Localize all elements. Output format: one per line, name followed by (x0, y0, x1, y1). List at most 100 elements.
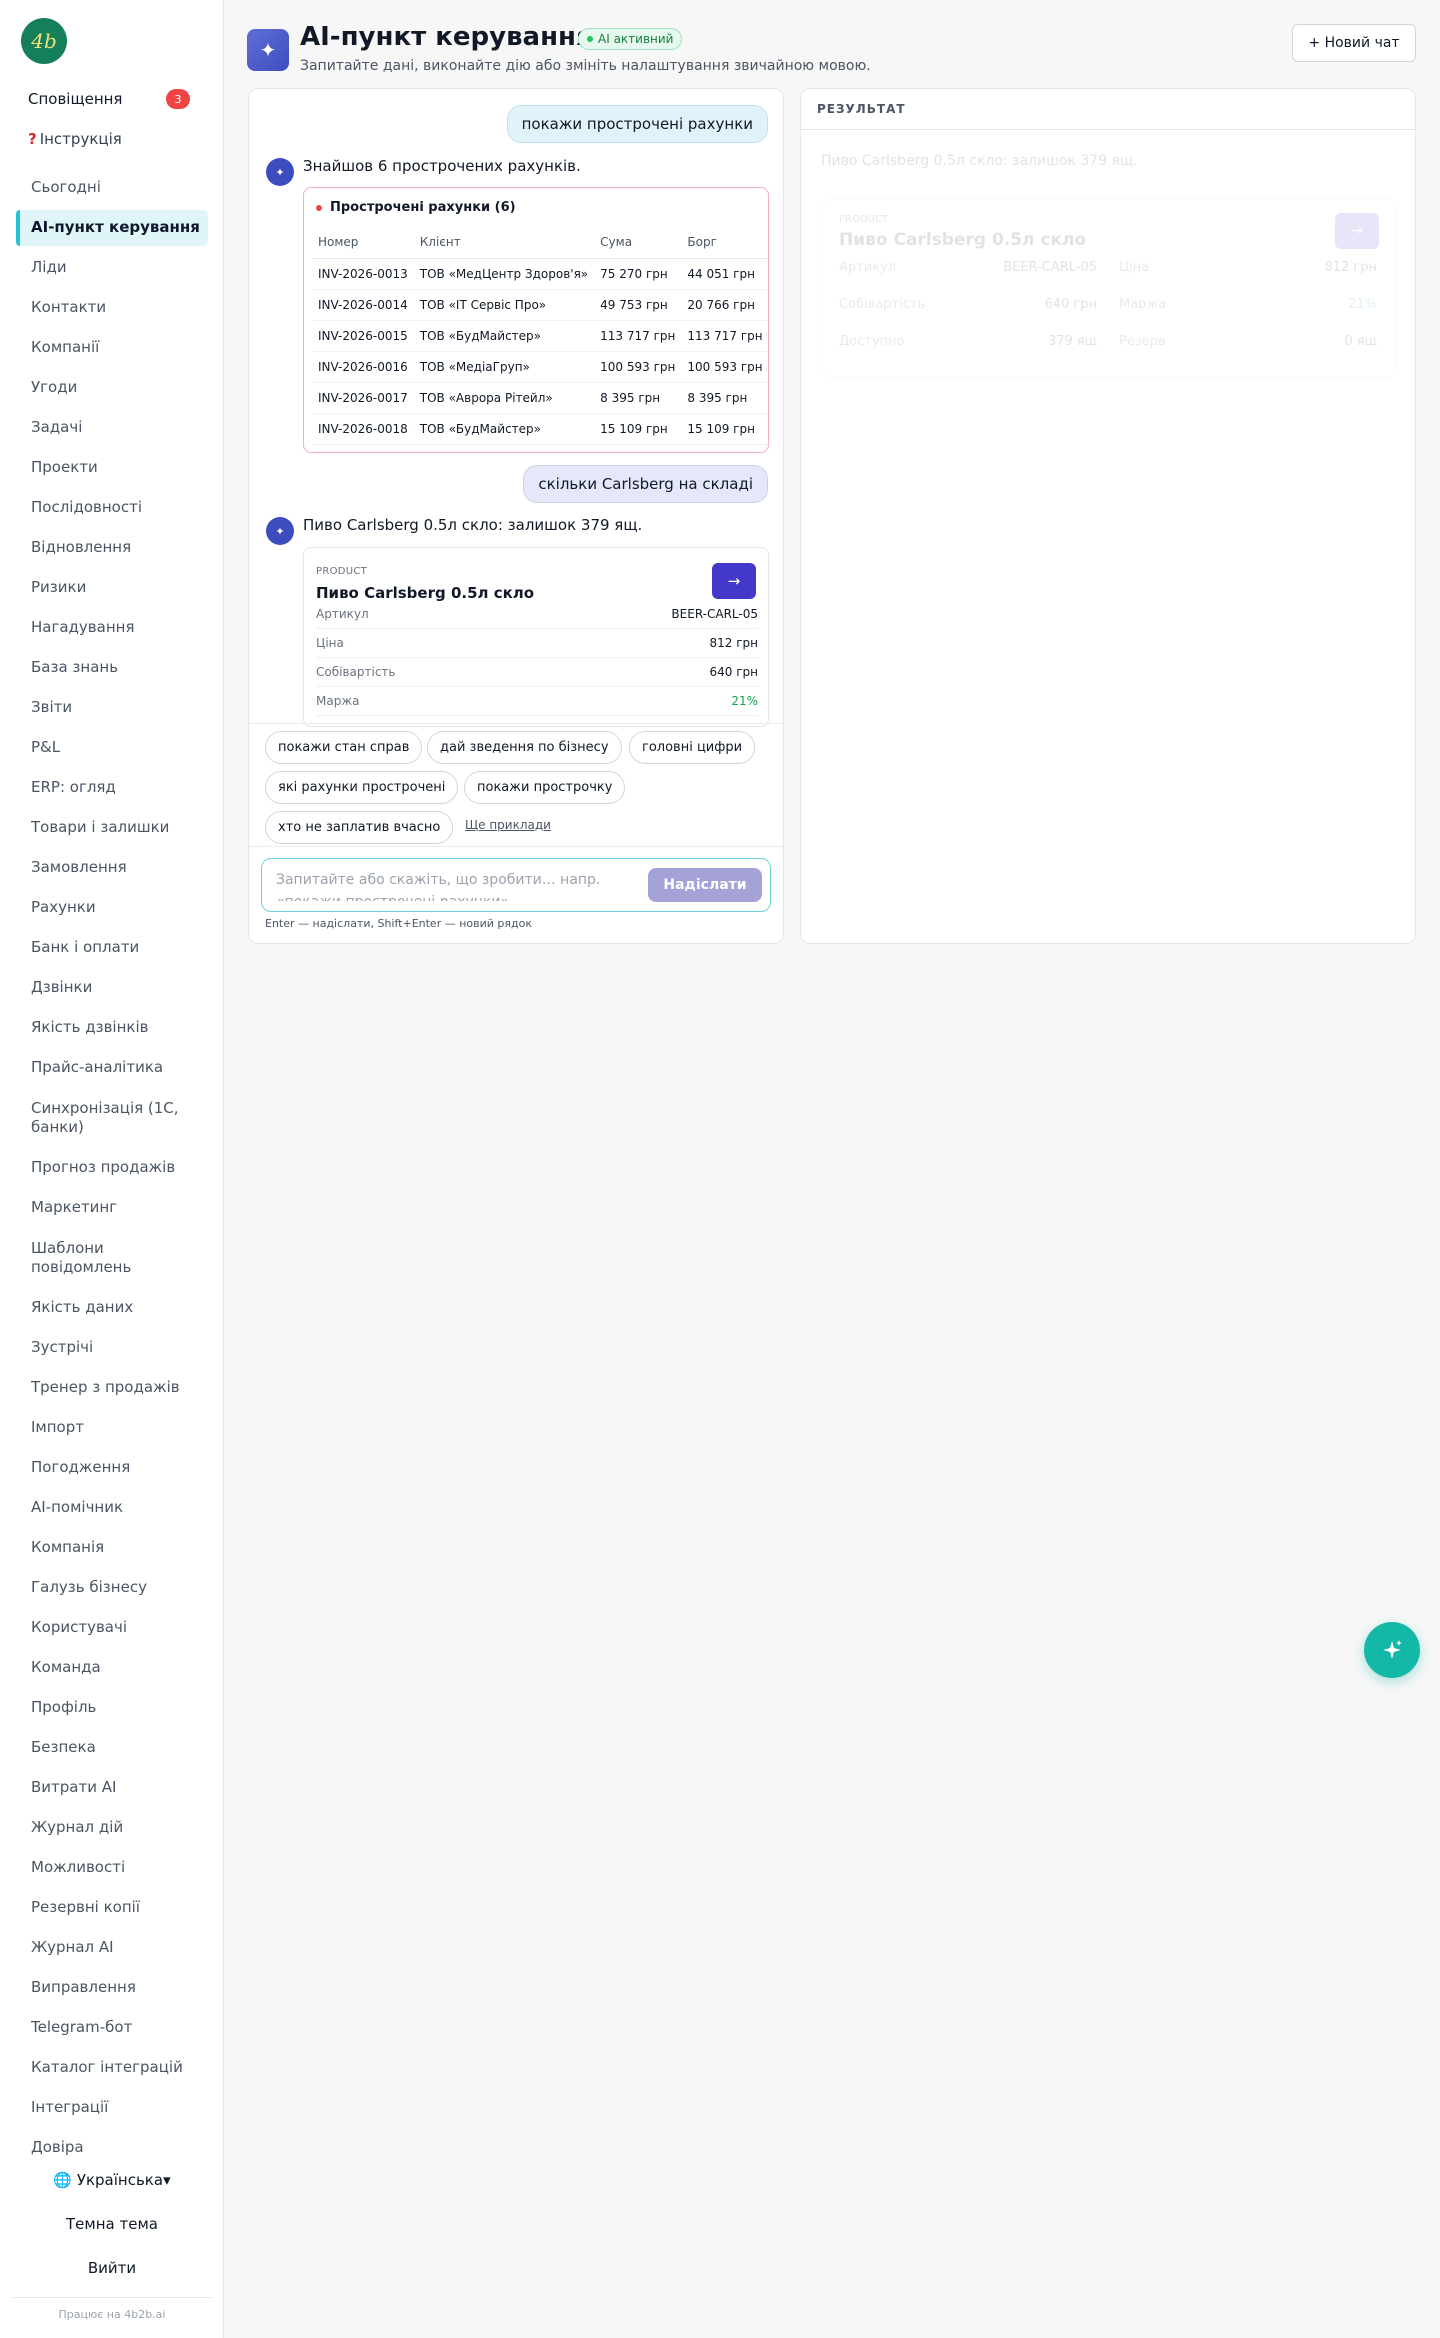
sidebar-item-label: Ліди (31, 258, 67, 277)
open-product-button[interactable]: → (712, 563, 756, 599)
open-product-button[interactable]: → (1335, 213, 1379, 249)
result-panel: РЕЗУЛЬТАТ Пиво Carlsberg 0.5л скло: зали… (800, 88, 1416, 944)
chat-input[interactable] (276, 869, 636, 901)
theme-toggle[interactable]: Темна тема (0, 2215, 224, 2233)
suggestion-chip[interactable]: покажи стан справ (265, 731, 423, 764)
sidebar-item[interactable]: Ліди (16, 248, 208, 288)
sidebar-item[interactable]: Ризики (16, 568, 208, 608)
sidebar-item[interactable]: Послідовності (16, 488, 208, 528)
sidebar-item[interactable]: Дзвінки (16, 968, 208, 1008)
guide-link[interactable]: ? Інструкція (16, 126, 134, 152)
sidebar-item[interactable]: Якість даних (16, 1288, 208, 1328)
sidebar-item-label: Ризики (31, 578, 87, 597)
sidebar-item[interactable]: Проекти (16, 448, 208, 488)
sidebar-item[interactable]: Прайс-аналітика (16, 1048, 208, 1088)
sidebar: 4b Сповіщення 3 ? Інструкція Сьогодні AI-… (0, 0, 224, 2338)
table-cell: 15 109 грн (594, 413, 682, 445)
column-header: Сума (594, 226, 682, 259)
more-examples-link[interactable]: Ще приклади (465, 818, 551, 832)
suggestion-chip[interactable]: дай зведення по бізнесу (427, 731, 622, 764)
table-cell: 100 593 грн (681, 351, 768, 383)
sidebar-item[interactable]: Банк і оплати (16, 928, 208, 968)
table-row[interactable]: INV-2026-0016 ТОВ «МедіаГруп» 100 593 грн 1… (312, 351, 768, 383)
sidebar-item[interactable]: P&L (16, 728, 208, 768)
sidebar-item[interactable]: Команда (16, 1648, 208, 1688)
table-row[interactable]: INV-2026-0014 ТОВ «IT Сервіс Про» 49 753 г… (312, 289, 768, 321)
sidebar-item[interactable]: Витрати AI (16, 1768, 208, 1808)
sidebar-item[interactable]: Якість дзвінків (16, 1008, 208, 1048)
sidebar-item[interactable]: Виправлення (16, 1968, 208, 2008)
sidebar-item[interactable]: Журнал AI (16, 1928, 208, 1968)
table-row[interactable]: INV-2026-0018 ТОВ «БудМайстер» 15 109 грн 1… (312, 413, 768, 445)
result-field: Доступно 379 ящ (839, 334, 1097, 356)
sidebar-item[interactable]: Каталог інтеграцій (16, 2048, 208, 2088)
sidebar-item[interactable]: Рахунки (16, 888, 208, 928)
language-select[interactable]: 🌐 Українська▾ (0, 2171, 224, 2189)
sidebar-item[interactable]: Telegram-бот (16, 2008, 208, 2048)
table-cell: 100 593 грн (594, 351, 682, 383)
sidebar-item[interactable]: Безпека (16, 1728, 208, 1768)
sidebar-item[interactable]: Товари і залишки (16, 808, 208, 848)
sidebar-item[interactable]: Погодження (16, 1448, 208, 1488)
sidebar-item[interactable]: Резервні копії (16, 1888, 208, 1928)
result-field: Маржа 21% (1119, 297, 1377, 319)
suggestion-chip[interactable]: покажи прострочку (464, 771, 626, 804)
sidebar-item[interactable]: AI-пункт керування (16, 210, 208, 246)
product-field-row: Маржа 21% (316, 687, 758, 716)
sidebar-item-label: Резервні копії (31, 1898, 140, 1917)
sidebar-item[interactable]: Журнал дій (16, 1808, 208, 1848)
field-key: Собівартість (839, 297, 926, 312)
sidebar-item[interactable]: Маркетинг (16, 1188, 208, 1228)
sidebar-item[interactable]: Тренер з продажів (16, 1368, 208, 1408)
sidebar-item-label: Відновлення (31, 538, 132, 557)
sidebar-item[interactable]: Галузь бізнесу (16, 1568, 208, 1608)
notifications-link[interactable]: Сповіщення 3 (16, 84, 202, 114)
sidebar-item[interactable]: Компанії (16, 328, 208, 368)
table-cell: INV-2026-0014 (312, 289, 414, 321)
sidebar-item[interactable]: Можливості (16, 1848, 208, 1888)
suggestion-chip[interactable]: головні цифри (629, 731, 756, 764)
sidebar-item[interactable]: Користувачі (16, 1608, 208, 1648)
sidebar-item-label: Виправлення (31, 1978, 136, 1997)
suggestion-chip[interactable]: які рахунки прострочені (265, 771, 459, 804)
table-cell: ТОВ «БудМайстер» (413, 320, 595, 352)
sidebar-item[interactable]: Шаблони повідомлень (16, 1228, 208, 1288)
sidebar-item[interactable]: Звіти (16, 688, 208, 728)
sidebar-item[interactable]: Замовлення (16, 848, 208, 888)
sidebar-item[interactable]: Зустрічі (16, 1328, 208, 1368)
sidebar-item[interactable]: База знань (16, 648, 208, 688)
sidebar-item[interactable]: Задачі (16, 408, 208, 448)
field-value: 21% (1348, 297, 1377, 312)
sidebar-item[interactable]: Відновлення (16, 528, 208, 568)
logo[interactable]: 4b (21, 18, 67, 64)
sidebar-item[interactable]: Довіра (16, 2128, 208, 2168)
sidebar-item-label: Користувачі (31, 1618, 128, 1637)
sidebar-item[interactable]: Контакти (16, 288, 208, 328)
table-cell: ТОВ «БудМайстер» (413, 413, 595, 445)
sidebar-item[interactable]: Імпорт (16, 1408, 208, 1448)
suggestion-chip[interactable]: хто не заплатив вчасно (265, 811, 454, 844)
sidebar-item-label: Якість даних (31, 1298, 134, 1317)
logout-button[interactable]: Вийти (0, 2259, 224, 2277)
table-cell: 75 270 грн (594, 258, 682, 290)
table-row[interactable]: INV-2026-0013 ТОВ «МедЦентр Здоров'я» 75 2… (312, 258, 768, 290)
sidebar-item[interactable]: Синхронізація (1С, банки) (16, 1088, 208, 1148)
sidebar-item[interactable]: ERP: огляд (16, 768, 208, 808)
sidebar-item-label: Задачі (31, 418, 83, 437)
ai-assistant-fab[interactable] (1364, 1622, 1420, 1678)
sidebar-item[interactable]: Прогноз продажів (16, 1148, 208, 1188)
sidebar-item[interactable]: Угоди (16, 368, 208, 408)
sidebar-item[interactable]: Сьогодні (16, 168, 208, 208)
sidebar-item[interactable]: Інтеграції (16, 2088, 208, 2128)
send-button[interactable]: Надіслати (648, 868, 762, 902)
column-header: Борг (681, 226, 768, 259)
sidebar-item[interactable]: Профіль (16, 1688, 208, 1728)
new-chat-button[interactable]: + Новий чат (1292, 24, 1416, 62)
table-row[interactable]: INV-2026-0015 ТОВ «БудМайстер» 113 717 грн… (312, 320, 768, 352)
table-row[interactable]: INV-2026-0017 ТОВ «Аврора Рітейл» 8 395 гр… (312, 382, 768, 414)
sidebar-item[interactable]: Нагадування (16, 608, 208, 648)
sidebar-item-label: Шаблони повідомлень (31, 1238, 132, 1277)
table-cell: INV-2026-0018 (312, 413, 414, 445)
sidebar-item[interactable]: Компанія (16, 1528, 208, 1568)
sidebar-item[interactable]: AI-помічник (16, 1488, 208, 1528)
